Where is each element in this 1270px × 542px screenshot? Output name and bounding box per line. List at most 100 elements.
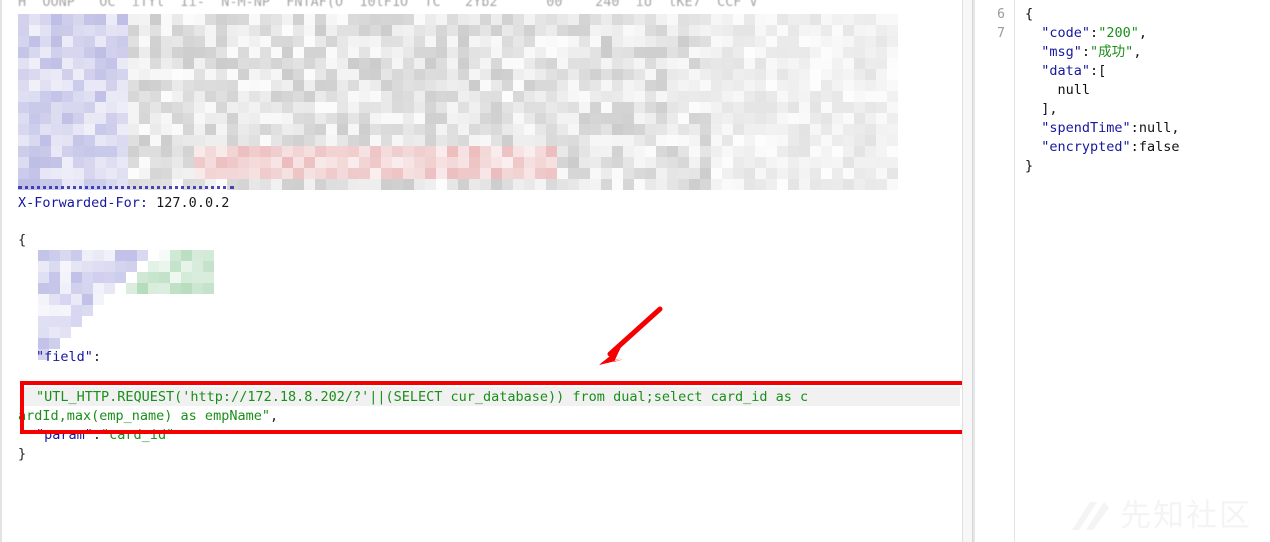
mosaic-cell: [645, 80, 656, 91]
mosaic-cell: [238, 58, 249, 69]
mosaic-cell: [84, 58, 95, 69]
mosaic-cell: [18, 102, 29, 113]
mosaic-cell: [810, 124, 821, 135]
mosaic-cell: [854, 168, 865, 179]
mosaic-cell: [766, 124, 777, 135]
mosaic-cell: [104, 250, 115, 261]
mosaic-cell: [62, 58, 73, 69]
mosaic-cell: [447, 91, 458, 102]
mosaic-cell: [359, 36, 370, 47]
mosaic-cell: [865, 47, 876, 58]
mosaic-cell: [590, 157, 601, 168]
mosaic-cell: [634, 124, 645, 135]
mosaic-cell: [148, 349, 159, 360]
mosaic-cell: [535, 179, 546, 190]
mosaic-cell: [425, 124, 436, 135]
mosaic-cell: [447, 14, 458, 25]
mosaic-cell: [370, 25, 381, 36]
response-json-line: "msg":"成功",: [1025, 43, 1270, 62]
redacted-body-mosaic: [38, 250, 214, 360]
mosaic-cell: [535, 47, 546, 58]
mosaic-cell: [590, 113, 601, 124]
mosaic-cell: [722, 80, 733, 91]
mosaic-cell: [612, 91, 623, 102]
mosaic-cell: [304, 113, 315, 124]
mosaic-cell: [711, 135, 722, 146]
mosaic-cell: [491, 102, 502, 113]
mosaic-cell: [62, 91, 73, 102]
mosaic-cell: [832, 36, 843, 47]
mosaic-cell: [403, 179, 414, 190]
mosaic-cell: [755, 80, 766, 91]
mosaic-cell: [29, 113, 40, 124]
json-token: {: [1025, 6, 1034, 22]
mosaic-cell: [546, 113, 557, 124]
mosaic-cell: [203, 283, 214, 294]
mosaic-cell: [810, 146, 821, 157]
mosaic-cell: [623, 25, 634, 36]
response-pane[interactable]: 67 { "code":"200", "msg":"成功", "data":[ …: [973, 0, 1270, 542]
response-json-body[interactable]: { "code":"200", "msg":"成功", "data":[ nul…: [1015, 0, 1270, 542]
mosaic-cell: [249, 113, 260, 124]
mosaic-cell: [403, 124, 414, 135]
mosaic-cell: [645, 69, 656, 80]
mosaic-cell: [392, 47, 403, 58]
mosaic-cell: [590, 69, 601, 80]
mosaic-cell: [887, 146, 898, 157]
mosaic-cell: [128, 168, 139, 179]
mosaic-cell: [194, 47, 205, 58]
mosaic-cell: [799, 36, 810, 47]
mosaic-cell: [205, 157, 216, 168]
mosaic-cell: [117, 113, 128, 124]
request-pane[interactable]: H OONP OC iTYl Ii- N-M-NP FNTAF(O 10lF1O…: [0, 0, 973, 542]
mosaic-cell: [148, 250, 159, 261]
mosaic-cell: [799, 102, 810, 113]
mosaic-cell: [623, 102, 634, 113]
mosaic-cell: [216, 25, 227, 36]
mosaic-cell: [601, 102, 612, 113]
mosaic-cell: [810, 14, 821, 25]
mosaic-cell: [139, 91, 150, 102]
mosaic-cell: [315, 146, 326, 157]
mosaic-cell: [546, 102, 557, 113]
mosaic-cell: [359, 102, 370, 113]
mosaic-cell: [733, 25, 744, 36]
mosaic-cell: [733, 135, 744, 146]
mosaic-cell: [843, 157, 854, 168]
mosaic-cell: [181, 327, 192, 338]
mosaic-cell: [744, 157, 755, 168]
mosaic-cell: [170, 294, 181, 305]
mosaic-cell: [403, 146, 414, 157]
mosaic-cell: [337, 146, 348, 157]
json-token: ,: [1138, 25, 1147, 41]
mosaic-cell: [469, 168, 480, 179]
mosaic-cell: [645, 102, 656, 113]
mosaic-cell: [106, 102, 117, 113]
mosaic-cell: [161, 69, 172, 80]
mosaic-cell: [128, 47, 139, 58]
mosaic-cell: [172, 135, 183, 146]
mosaic-cell: [337, 179, 348, 190]
mosaic-cell: [755, 168, 766, 179]
mosaic-cell: [744, 179, 755, 190]
mosaic-cell: [293, 102, 304, 113]
request-code-area[interactable]: H OONP OC iTYl Ii- N-M-NP FNTAF(O 10lF1O…: [2, 0, 973, 542]
mosaic-cell: [84, 124, 95, 135]
mosaic-cell: [84, 135, 95, 146]
mosaic-cell: [29, 168, 40, 179]
mosaic-cell: [126, 272, 137, 283]
json-token: :: [1090, 25, 1099, 41]
request-pane-scrollbar[interactable]: [962, 0, 973, 542]
mosaic-cell: [106, 168, 117, 179]
code-line-field-key: "field":: [18, 348, 101, 367]
mosaic-cell: [656, 102, 667, 113]
mosaic-cell: [414, 124, 425, 135]
code-token: ,: [269, 408, 279, 424]
mosaic-cell: [249, 91, 260, 102]
mosaic-cell: [733, 69, 744, 80]
mosaic-cell: [161, 14, 172, 25]
mosaic-cell: [887, 58, 898, 69]
mosaic-cell: [348, 179, 359, 190]
mosaic-cell: [623, 179, 634, 190]
json-token: "成功": [1090, 44, 1134, 60]
